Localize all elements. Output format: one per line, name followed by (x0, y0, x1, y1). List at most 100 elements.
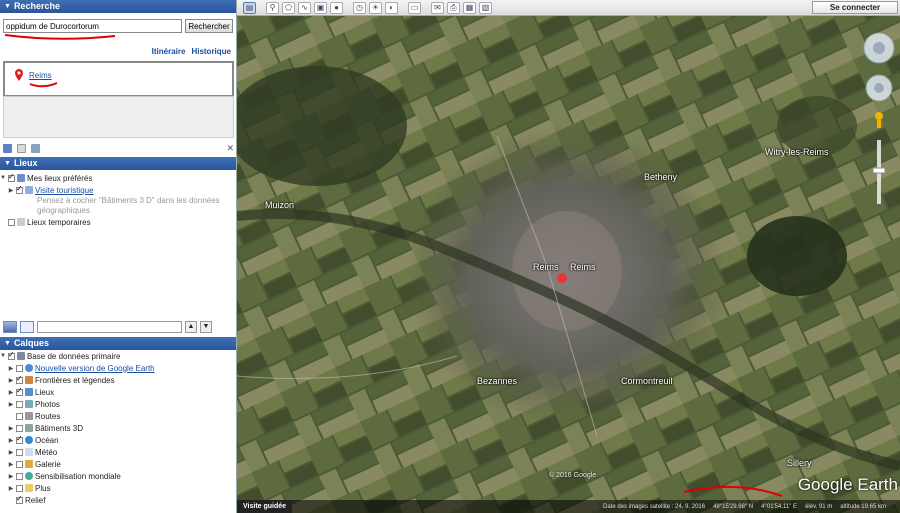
sidebar-toggle-icon[interactable]: ▤ (243, 1, 256, 14)
checkbox[interactable] (8, 350, 15, 360)
location-pin-icon (15, 69, 23, 81)
tree-item[interactable]: Lieux temporaires (0, 216, 236, 228)
zoom-handle[interactable] (872, 167, 886, 174)
checkbox[interactable] (16, 484, 23, 492)
expand-icon[interactable]: ▶ (8, 473, 14, 480)
guided-tour-button[interactable]: Visite guidée (237, 500, 293, 513)
tree-item[interactable]: ▶ Sensibilisation mondiale (0, 470, 236, 482)
tree-link[interactable]: Nouvelle version de Google Earth (35, 364, 155, 373)
tree-item[interactable]: ▶ Photos (0, 398, 236, 410)
expand-icon[interactable]: ▶ (8, 449, 14, 456)
save-image-icon[interactable]: ▦ (463, 1, 476, 14)
expand-icon[interactable]: ▶ (8, 425, 14, 432)
place-label-muizon[interactable]: Muizon (265, 200, 294, 210)
main-toolbar: ▤ ⚲ ⬠ ∿ ▣ ● ◷ ☀ ◐ ▭ ✉ ⎙ ▦ ▧ Se connecter (237, 0, 900, 16)
collapse-icon[interactable]: ▼ (4, 0, 11, 13)
checkbox[interactable] (16, 434, 23, 444)
expand-icon[interactable]: ▶ (8, 485, 14, 492)
place-label-bezannes[interactable]: Bezannes (477, 376, 517, 386)
tree-item[interactable]: ▼ Mes lieux préférés (0, 172, 236, 184)
collapse-icon[interactable]: ▼ (4, 337, 11, 350)
result-link[interactable]: Reims (29, 71, 59, 80)
down-arrow-icon[interactable]: ▼ (200, 320, 212, 333)
expand-icon[interactable]: ▶ (8, 377, 14, 384)
checkbox[interactable] (8, 172, 15, 182)
search-input[interactable] (3, 19, 182, 33)
places-panel-header[interactable]: ▼ Lieux (0, 157, 236, 170)
polygon-icon[interactable]: ⬠ (282, 1, 295, 14)
checkbox[interactable] (16, 374, 23, 384)
imagery-date: Date des images satellite : 24. 9. 2016 (603, 503, 706, 510)
expand-icon[interactable]: ▶ (8, 389, 14, 396)
checkbox[interactable] (8, 218, 15, 226)
close-icon[interactable]: ✕ (226, 143, 234, 154)
checkbox[interactable] (16, 386, 23, 396)
tree-item[interactable]: ▶ Océan (0, 434, 236, 446)
expand-icon[interactable]: ▶ (8, 401, 14, 408)
tree-item[interactable]: ▶ Visite touristique (0, 184, 236, 196)
email-icon[interactable]: ✉ (431, 1, 444, 14)
search-button[interactable]: Rechercher (185, 19, 233, 33)
checkbox[interactable] (16, 424, 23, 432)
place-label-betheny[interactable]: Betheny (644, 172, 677, 182)
expand-icon[interactable]: ▶ (8, 365, 14, 372)
expand-icon[interactable]: ▼ (0, 353, 6, 359)
maps-icon[interactable]: ▧ (479, 1, 492, 14)
tree-item[interactable]: Relief (0, 494, 236, 506)
checkbox[interactable] (16, 494, 23, 504)
sun-icon[interactable]: ☀ (369, 1, 382, 14)
record-tour-icon[interactable]: ● (330, 1, 343, 14)
expand-icon[interactable]: ▶ (8, 461, 14, 468)
checkbox[interactable] (16, 472, 23, 480)
path-icon[interactable]: ∿ (298, 1, 311, 14)
collapse-icon[interactable]: ▼ (4, 157, 11, 170)
placemark-icon[interactable]: ⚲ (266, 1, 279, 14)
tree-item[interactable]: ▶ Nouvelle version de Google Earth (0, 362, 236, 374)
place-label-witry[interactable]: Witry-les-Reims (765, 147, 829, 157)
expand-icon[interactable]: ▶ (8, 437, 14, 444)
tree-item[interactable]: ▶ Frontières et légendes (0, 374, 236, 386)
planets-icon[interactable]: ◐ (385, 1, 398, 14)
tree-item[interactable]: ▶ Plus (0, 482, 236, 494)
checkbox[interactable] (16, 448, 23, 456)
tree-item[interactable]: ▶ Bâtiments 3D (0, 422, 236, 434)
place-label-reims[interactable]: Reims (533, 262, 559, 272)
place-label-cormontreuil[interactable]: Cormontreuil (621, 376, 673, 386)
historical-imagery-icon[interactable]: ◷ (353, 1, 366, 14)
history-link[interactable]: Historique (191, 47, 231, 56)
checkbox[interactable] (16, 184, 23, 194)
folder-icon[interactable] (3, 143, 12, 153)
folder-icon (17, 218, 25, 226)
tree-item[interactable]: ▼ Base de données primaire (0, 350, 236, 362)
checkbox[interactable] (16, 400, 23, 408)
checkbox[interactable] (16, 364, 23, 372)
expand-icon[interactable]: ▶ (8, 187, 14, 194)
layers-filter-input[interactable] (37, 320, 182, 333)
tour-link[interactable]: Visite touristique (35, 186, 94, 195)
expand-icon[interactable]: ▼ (0, 175, 6, 181)
place-label-reims-duplicate[interactable]: Reims (570, 262, 596, 272)
tree-item[interactable]: ▶ Lieux (0, 386, 236, 398)
map-view[interactable]: Reims Reims Betheny Witry-les-Reims Muiz… (237, 16, 900, 513)
checkbox[interactable] (16, 412, 23, 420)
place-label-sillery[interactable]: Sillery (787, 458, 812, 468)
ruler-icon[interactable]: ▭ (408, 1, 421, 14)
tour-hint: Pensez à cocher "Bâtiments 3 D" dans les… (37, 196, 220, 215)
image-overlay-icon[interactable]: ▣ (314, 1, 327, 14)
checkbox[interactable] (16, 460, 23, 468)
tree-item[interactable]: ▶ Galerie (0, 458, 236, 470)
up-arrow-icon[interactable]: ▲ (185, 320, 197, 333)
layers-panel-header[interactable]: ▼ Calques (0, 337, 236, 350)
street-view-icon[interactable] (875, 112, 883, 120)
tree-item[interactable]: ▶ Météo (0, 446, 236, 458)
tree-item[interactable]: Routes (0, 410, 236, 422)
sky-view-button[interactable] (20, 320, 34, 333)
directions-link[interactable]: Itinéraire (152, 47, 186, 56)
print-icon[interactable]: ⎙ (447, 1, 460, 14)
sign-in-button[interactable]: Se connecter (812, 1, 898, 14)
search-panel-header[interactable]: ▼ Recherche (0, 0, 236, 13)
print-icon[interactable] (31, 143, 40, 153)
earth-view-button[interactable] (3, 320, 17, 333)
places-tree: ▼ Mes lieux préférés ▶ Visite touristiqu… (0, 172, 236, 228)
copy-icon[interactable] (17, 143, 26, 153)
